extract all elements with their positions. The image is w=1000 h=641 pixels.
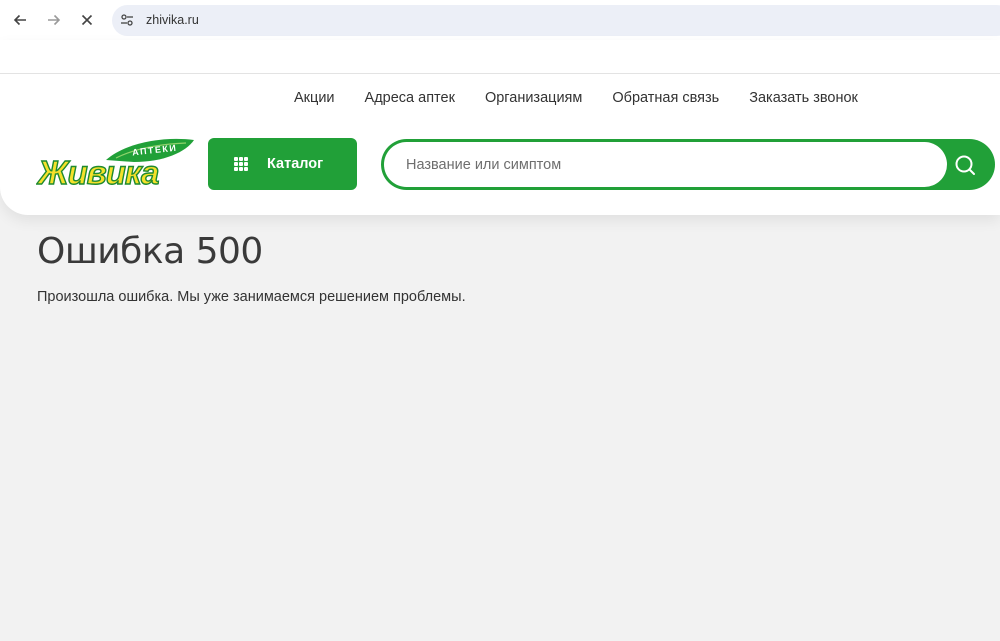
nav-link-feedback[interactable]: Обратная связь — [612, 90, 719, 106]
search-input[interactable] — [384, 142, 947, 187]
grid-icon — [234, 157, 248, 171]
address-bar[interactable]: zhivika.ru — [112, 5, 1000, 36]
url-text: zhivika.ru — [146, 13, 199, 27]
arrow-left-icon — [13, 14, 26, 26]
top-navigation: Акции Адреса аптек Организациям Обратная… — [294, 90, 888, 106]
nav-link-organizations[interactable]: Организациям — [485, 90, 582, 106]
catalog-button[interactable]: Каталог — [208, 138, 357, 190]
nav-link-pharmacy-addresses[interactable]: Адреса аптек — [365, 90, 455, 106]
catalog-label: Каталог — [267, 156, 324, 172]
browser-toolbar: zhivika.ru — [0, 0, 1000, 40]
search-icon[interactable] — [952, 152, 978, 178]
arrow-right-icon — [48, 14, 61, 26]
logo[interactable]: АПТЕКИ Живика — [35, 138, 194, 192]
site-header: Акции Адреса аптек Организациям Обратная… — [0, 40, 1000, 215]
zhivika-logo-icon: АПТЕКИ Живика — [35, 138, 194, 192]
forward-button[interactable] — [44, 10, 64, 30]
search-bar — [381, 139, 995, 190]
site-settings-icon[interactable] — [120, 13, 134, 27]
header-divider — [0, 73, 1000, 74]
nav-link-promotions[interactable]: Акции — [294, 90, 335, 106]
back-button[interactable] — [10, 10, 30, 30]
stop-button[interactable] — [77, 10, 97, 30]
error-message: Произошла ошибка. Мы уже занимаемся реше… — [37, 289, 466, 305]
close-icon — [81, 14, 93, 26]
svg-text:Живика: Живика — [36, 154, 159, 188]
nav-link-request-call[interactable]: Заказать звонок — [749, 90, 858, 106]
page-title: Ошибка 500 — [37, 231, 263, 272]
